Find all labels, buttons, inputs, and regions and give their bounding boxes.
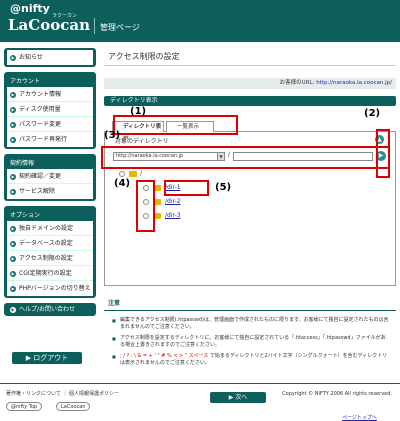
sidebar-item-label: PHPバージョンの切り替え [19, 285, 91, 292]
sidebar-item-label: 独自ドメインの設定 [19, 225, 74, 232]
annotation-label-4: (4) [114, 178, 131, 189]
lacoocan-badge[interactable]: LaCoocan [56, 402, 91, 411]
sidebar-notice-box: ▶ お知らせ [4, 48, 96, 67]
nifty-top-badge[interactable]: @nifty Top [6, 402, 43, 411]
annotation-label-2: (2) [364, 108, 381, 119]
arrow-icon: ▶ [10, 136, 16, 143]
sidebar-item-account-info[interactable]: ▶ アカウント情報 [7, 87, 93, 102]
copyright: Copyright © NIFTY 2006 All rights reserv… [282, 391, 392, 397]
nifty-logo[interactable]: @nifty [10, 2, 50, 15]
sidebar-item-password-reissue[interactable]: ▶ パスワード再発行 [7, 132, 93, 147]
customer-url-link[interactable]: http://naraoka.la.coocan.jp/ [316, 80, 392, 86]
folder-icon [129, 170, 137, 177]
arrow-icon: ▶ [10, 188, 16, 195]
header-divider [94, 18, 95, 34]
logout-label: ログアウト [33, 354, 69, 362]
sidebar-item-disk-usage[interactable]: ▶ ディスク使用量 [7, 102, 93, 117]
arrow-icon: ▶ [10, 240, 16, 247]
arrow-icon: ▶ [10, 91, 16, 98]
note-item: アクセス制限を設定するディレクトリに、お客様にて独自に設定されている「.htac… [112, 335, 390, 349]
sidebar-item-label: アクセス制限の設定 [19, 255, 73, 262]
sidebar-item-label: ヘルプ/お問い合わせ [19, 306, 76, 313]
main-content: アクセス制限の設定 お客様のURL: http://naraoka.la.coo… [104, 48, 396, 421]
arrow-icon: ▶ [10, 173, 16, 180]
sidebar-item-contract-change[interactable]: ▶ 契約確認／変更 [7, 169, 93, 184]
sidebar-item-service-cancel[interactable]: ▶ サービス解除 [7, 184, 93, 199]
footer-links[interactable]: 著作権・リンクについて ｜ 個人情報保護ポリシー [6, 390, 119, 397]
sidebar-item-password-change[interactable]: ▶ パスワード変更 [7, 117, 93, 132]
arrow-icon: ▶ [10, 54, 16, 61]
header: @nifty ラクーカン LaCoocan 管理ページ [0, 0, 400, 42]
url-label: お客様のURL: [279, 80, 315, 86]
note-item: ; / ? : \ & = + ' " # % < > " スペース で始まるデ… [112, 353, 390, 367]
annotation-box-1 [113, 115, 238, 135]
note-item: 編集できるアクセス制限(.htpasswd)は、管理画面で作成されたものに限りま… [112, 317, 390, 331]
lacoocan-logo[interactable]: LaCoocan [8, 16, 90, 34]
annotation-box-3 [101, 146, 390, 169]
sidebar-item-label: アカウント情報 [19, 91, 62, 98]
note-forbidden-chars: ; / ? : \ & = + ' " # % < > " スペース [120, 353, 209, 359]
sidebar-item-label: サービス解除 [19, 188, 56, 195]
sidebar-item-help[interactable]: ▶ ヘルプ/お問い合わせ [4, 303, 96, 316]
next-button[interactable]: ▶ 次へ [210, 392, 266, 403]
sidebar-item-label: 契約確認／変更 [19, 173, 62, 180]
footer-divider [0, 383, 400, 384]
tree-root-row: / [119, 170, 142, 177]
sidebar-item-label: データベースの設定 [19, 240, 73, 247]
annotation-label-3: (3) [104, 130, 121, 141]
sidebar-option-box: オプション ▶ 独自ドメインの設定 ▶ データベースの設定 ▶ アクセス制限の設定 ▶… [4, 206, 96, 298]
sidebar: ▶ お知らせ アカウント ▶ アカウント情報 ▶ ディスク使用量 ▶ パスワード変更 ▶… [4, 48, 96, 320]
sidebar-heading-option: オプション [10, 212, 41, 219]
sidebar-item-notice[interactable]: ▶ お知らせ [7, 50, 93, 65]
arrow-icon: ▶ [10, 255, 16, 262]
next-label: 次へ [235, 394, 248, 401]
arrow-icon: ▶ [10, 106, 16, 113]
sidebar-item-label: お知らせ [19, 54, 43, 61]
sidebar-heading-contract: 契約情報 [10, 160, 35, 167]
sidebar-item-label: パスワード再発行 [19, 136, 68, 143]
target-directory-label: 対象のディレクトリ [115, 138, 169, 145]
sidebar-heading-account: アカウント [10, 78, 41, 85]
annotation-box-4 [136, 180, 155, 232]
sidebar-item-database[interactable]: ▶ データベースの設定 [7, 236, 93, 251]
arrow-icon: ▶ [10, 225, 16, 232]
sidebar-item-label: CGI定期実行の設定 [19, 270, 72, 277]
customer-url-bar: お客様のURL: http://naraoka.la.coocan.jp/ [104, 78, 396, 89]
logout-button[interactable]: ▶ ログアウト [12, 352, 82, 364]
sidebar-account-box: アカウント ▶ アカウント情報 ▶ ディスク使用量 ▶ パスワード変更 ▶ パスワード再… [4, 72, 96, 149]
note-heading: 注意 [108, 300, 121, 307]
header-title: 管理ページ [100, 23, 140, 32]
sidebar-item-php[interactable]: ▶ PHPバージョンの切り替え [7, 281, 93, 296]
root-label: / [140, 170, 143, 177]
dir-link[interactable]: /dir-2 [165, 198, 181, 205]
arrow-icon: ▶ [10, 306, 16, 313]
sidebar-item-access-restriction[interactable]: ▶ アクセス制限の設定 [7, 251, 93, 266]
sidebar-item-label: ディスク使用量 [19, 106, 61, 113]
note-box: 編集できるアクセス制限(.htpasswd)は、管理画面で作成されたものに限りま… [104, 310, 396, 382]
arrow-icon: ▶ [10, 121, 16, 128]
page-title: アクセス制限の設定 [104, 48, 396, 66]
annotation-box-5 [164, 180, 209, 196]
sidebar-item-cgi[interactable]: ▶ CGI定期実行の設定 [7, 266, 93, 281]
sidebar-item-domain[interactable]: ▶ 独自ドメインの設定 [7, 221, 93, 236]
section-heading: ディレクトリ表示 [104, 96, 396, 106]
radio-root[interactable] [119, 170, 125, 177]
arrow-icon: ▶ [10, 270, 16, 277]
arrow-icon: ▶ [10, 285, 16, 292]
annotation-label-1: (1) [130, 106, 147, 117]
page-top-link[interactable]: ページトップへ [342, 414, 377, 421]
dir-link[interactable]: /dir-3 [165, 212, 181, 219]
sidebar-item-label: パスワード変更 [19, 121, 62, 128]
annotation-label-5: (5) [215, 182, 232, 193]
sidebar-contract-box: 契約情報 ▶ 契約確認／変更 ▶ サービス解除 [4, 154, 96, 201]
